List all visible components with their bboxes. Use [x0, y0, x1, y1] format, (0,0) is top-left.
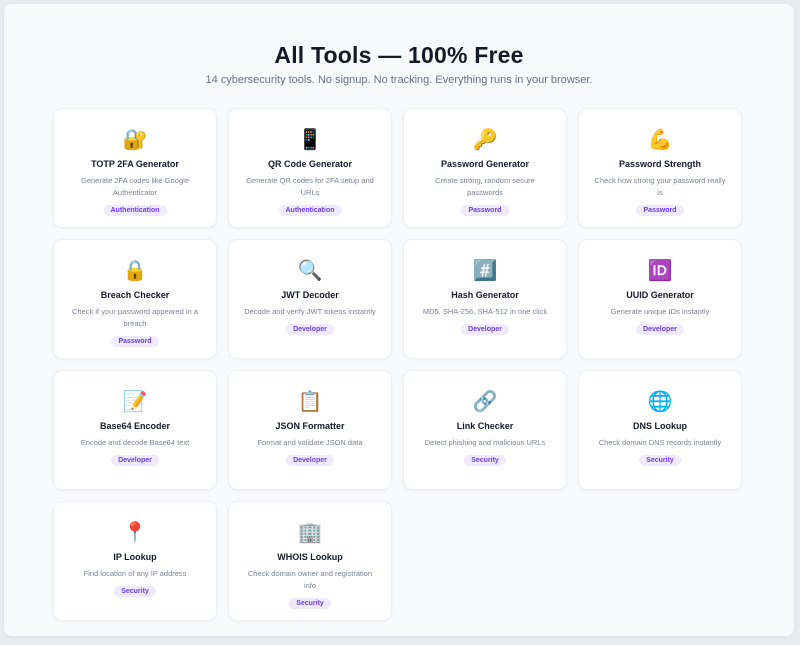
map-pin-icon: 📍 [122, 520, 148, 544]
tool-description: Check domain owner and registration info [247, 569, 373, 590]
category-badge: Authentication [278, 205, 342, 216]
magnifying-glass-icon: 🔍 [297, 258, 323, 282]
category-badge: Password [636, 205, 684, 216]
category-badge: Developer [111, 455, 159, 466]
tool-card[interactable]: 📱 QR Code Generator Generate QR codes for … [228, 108, 392, 228]
tool-card[interactable]: 📋 JSON Formatter Format and validate JSON … [228, 370, 392, 490]
tool-title: Password Generator [440, 159, 530, 169]
tool-card[interactable]: 🆔 UUID Generator Generate unique IDs insta… [578, 239, 742, 359]
tool-description: MD5, SHA-256, SHA-512 in one click [422, 307, 548, 316]
tool-description: Generate QR codes for 2FA setup and URLs [246, 176, 374, 197]
tool-card[interactable]: 🔑 Password Generator Create strong, random… [403, 108, 567, 228]
tool-title: Base64 Encoder [99, 421, 171, 431]
tool-description: Check how strong your password really is [594, 176, 726, 197]
tool-card[interactable]: 📍 IP Lookup Find location of any IP addres… [53, 501, 217, 621]
link-icon: 🔗 [472, 389, 498, 413]
tool-description: Find location of any IP address [83, 569, 187, 578]
tool-title: Hash Generator [451, 290, 519, 300]
hash-keycap-icon: #️⃣ [472, 258, 498, 282]
tool-card[interactable]: 🌐 DNS Lookup Check domain DNS records inst… [578, 370, 742, 490]
category-badge: Authentication [103, 205, 167, 216]
lock-with-key-icon: 🔐 [122, 127, 148, 151]
category-badge: Developer [286, 324, 334, 335]
category-badge: Password [461, 205, 509, 216]
tool-description: Create strong, random secure passwords [435, 176, 535, 197]
tool-card[interactable]: 🔒 Breach Checker Check if your password ap… [53, 239, 217, 359]
tool-title: JWT Decoder [281, 290, 339, 300]
tools-grid: 🔐 TOTP 2FA Generator Generate 2FA codes li… [53, 108, 742, 621]
tool-title: UUID Generator [626, 290, 694, 300]
tool-title: QR Code Generator [267, 159, 352, 169]
tool-title: Link Checker [456, 421, 514, 431]
tool-description: Format and validate JSON data [257, 438, 363, 447]
category-badge: Security [639, 455, 681, 466]
category-badge: Developer [286, 455, 334, 466]
flexed-biceps-icon: 💪 [647, 127, 673, 151]
tool-title: TOTP 2FA Generator [91, 159, 179, 169]
tool-description: Check if your password appeared in a bre… [72, 307, 198, 328]
category-badge: Security [114, 586, 156, 597]
tool-description: Check domain DNS records instantly [598, 438, 722, 447]
globe-icon: 🌐 [647, 389, 673, 413]
tool-description: Encode and decode Base64 text [80, 438, 190, 447]
tool-card[interactable]: 💪 Password Strength Check how strong your … [578, 108, 742, 228]
tool-title: DNS Lookup [633, 421, 687, 431]
category-badge: Developer [461, 324, 509, 335]
id-button-icon: 🆔 [647, 258, 673, 282]
tool-title: IP Lookup [113, 552, 157, 562]
category-badge: Developer [636, 324, 684, 335]
padlock-icon: 🔒 [122, 258, 148, 282]
tool-title: WHOIS Lookup [277, 552, 343, 562]
tool-description: Decode and verify JWT tokens instantly [244, 307, 376, 316]
page-title: All Tools — 100% Free [274, 42, 524, 68]
page-subtitle: 14 cybersecurity tools. No signup. No tr… [205, 74, 593, 86]
tool-card[interactable]: 🏢 WHOIS Lookup Check domain owner and regi… [228, 501, 392, 621]
clipboard-icon: 📋 [297, 389, 323, 413]
category-badge: Security [289, 598, 331, 609]
tool-description: Generate unique IDs instantly [610, 307, 710, 316]
tool-description: Generate 2FA codes like Google Authentic… [81, 176, 189, 197]
category-badge: Password [111, 336, 159, 347]
memo-icon: 📝 [122, 389, 148, 413]
tool-title: Breach Checker [100, 290, 170, 300]
tools-page: All Tools — 100% Free 14 cybersecurity t… [4, 4, 794, 636]
tool-title: Password Strength [618, 159, 701, 169]
tool-card[interactable]: 🔗 Link Checker Detect phishing and malicio… [403, 370, 567, 490]
tool-card[interactable]: 🔐 TOTP 2FA Generator Generate 2FA codes li… [53, 108, 217, 228]
tool-description: Detect phishing and malicious URLs [424, 438, 546, 447]
tool-card[interactable]: 🔍 JWT Decoder Decode and verify JWT tokens… [228, 239, 392, 359]
office-building-icon: 🏢 [297, 520, 323, 544]
tool-card[interactable]: 📝 Base64 Encoder Encode and decode Base64 … [53, 370, 217, 490]
key-icon: 🔑 [472, 127, 498, 151]
tool-title: JSON Formatter [275, 421, 345, 431]
mobile-phone-icon: 📱 [297, 127, 323, 151]
category-badge: Security [464, 455, 506, 466]
tool-card[interactable]: #️⃣ Hash Generator MD5, SHA-256, SHA-512 i… [403, 239, 567, 359]
